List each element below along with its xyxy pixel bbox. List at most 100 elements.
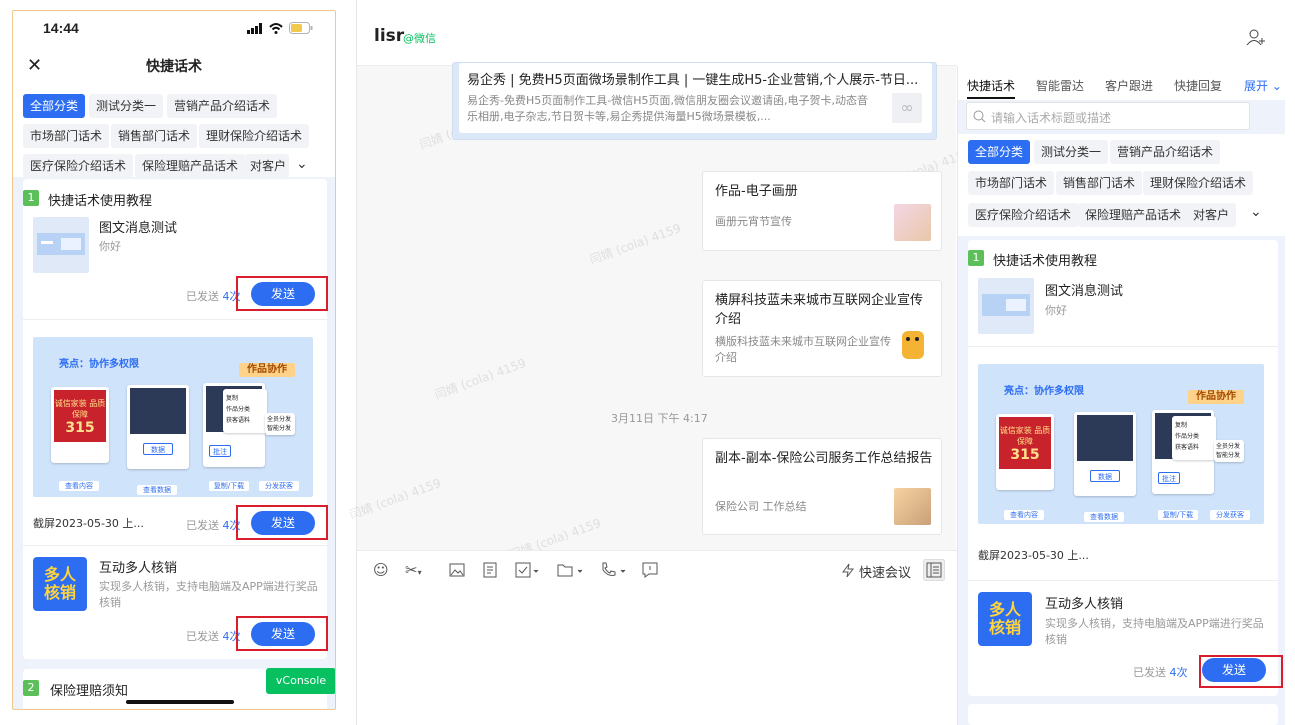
chat-window: lisr @微信 闫婧 (cola) 4159 闫婧 (cola) 4159 闫…	[348, 0, 973, 725]
sent-count: 已发送 4次	[186, 290, 241, 303]
home-indicator	[126, 700, 234, 704]
category-chip[interactable]: 销售部门话术	[1056, 171, 1143, 195]
scissors-icon[interactable]: ✂▾	[405, 561, 422, 579]
section-number: 1	[968, 250, 984, 266]
expand-button[interactable]: 展开 ⌄	[1244, 77, 1282, 94]
item-thumbnail	[33, 217, 89, 273]
item-title[interactable]: 图文消息测试	[1045, 280, 1123, 299]
section-title: 快捷话术使用教程	[993, 254, 1098, 269]
watermark: 闫婧 (cola) 4159	[347, 475, 443, 522]
category-chip[interactable]: 市场部门话术	[968, 171, 1055, 195]
image-icon[interactable]	[449, 563, 465, 577]
poster-mini-card: 数据	[127, 385, 189, 469]
message-title: 作品-电子画册	[715, 184, 798, 199]
message-desc: 易企秀-免费H5页面制作工具-微信H5页面,微信朋友圈会议邀请函,电子贺卡,动态…	[467, 94, 868, 123]
highlight-box	[236, 505, 328, 540]
script-group-card	[968, 704, 1278, 725]
watermark: 闫婧 (cola) 4159	[432, 355, 528, 402]
item-desc: 实现多人核销，支持电脑端及APP端进行奖品核销	[1045, 617, 1264, 646]
category-chip[interactable]: 营销产品介绍话术	[167, 94, 278, 118]
poster-image[interactable]: 亮点：协作多权限 作品协作 诚信家装 品质保障 315 数据 批注 复制 作品分类获…	[978, 364, 1264, 524]
message-desc: 保险公司 工作总结	[715, 500, 807, 513]
battery-icon	[289, 22, 313, 34]
wifi-icon	[269, 22, 283, 34]
h5-message[interactable]: 横屏科技蓝未来城市互联网企业宣传介绍 横版科技蓝未来城市互联网企业宣传介绍	[702, 280, 942, 377]
h5-message[interactable]: 副本-副本-保险公司服务工作总结报告 保险公司 工作总结	[702, 438, 942, 535]
poster-image[interactable]: 亮点：协作多权限 作品协作 诚信家装 品质保障 315 数据 批注 复制 作品分类获…	[33, 337, 313, 497]
message-title: 横屏科技蓝未来城市互联网企业宣传介绍	[715, 293, 924, 327]
category-chip[interactable]: 市场部门话术	[23, 124, 110, 148]
link-message[interactable]: 易企秀 | 免费H5页面微场景制作工具 | 一键生成H5-企业营销,个人展示-节…	[452, 62, 937, 140]
message-thumbnail	[894, 327, 931, 364]
message-desc: 横版科技蓝未来城市互联网企业宣传介绍	[715, 335, 891, 364]
tab-customer-followup[interactable]: 客户跟进	[1105, 77, 1153, 94]
h5-message[interactable]: 作品-电子画册 画册元宵节宣传	[702, 171, 942, 251]
folder-icon[interactable]	[557, 562, 585, 578]
phone-icon[interactable]	[600, 562, 628, 578]
lightning-icon[interactable]	[841, 563, 855, 578]
section-title: 快捷话术使用教程	[48, 194, 153, 209]
category-chip[interactable]: 对客户	[1186, 203, 1237, 227]
add-member-icon[interactable]	[1246, 28, 1266, 46]
highlight-box	[236, 616, 328, 651]
search-input[interactable]: 请输入话术标题或描述	[966, 102, 1250, 130]
item-thumbnail	[978, 278, 1034, 334]
sidebar-panel: 快捷话术 智能雷达 客户跟进 快捷回复 展开 ⌄ 请输入话术标题或描述 全部分类…	[957, 66, 1285, 725]
sent-count: 已发送 4次	[186, 519, 241, 532]
category-chip-all[interactable]: 全部分类	[968, 140, 1031, 164]
message-bubble-icon[interactable]	[642, 562, 658, 578]
tab-quick-scripts[interactable]: 快捷话术	[967, 77, 1015, 94]
chevron-down-icon[interactable]: ⌄	[296, 156, 308, 172]
link-icon: ∞	[892, 93, 922, 123]
vconsole-button[interactable]: vConsole	[266, 668, 335, 694]
item-caption: 截屏2023-05-30 上...	[978, 549, 1089, 562]
category-chip-all[interactable]: 全部分类	[23, 94, 86, 118]
poster-red-image: 诚信家装 品质保障 315	[54, 390, 106, 442]
wechat-tag: @微信	[403, 32, 436, 45]
category-chip[interactable]: 理财保险介绍话术	[199, 124, 310, 148]
search-icon	[973, 110, 986, 123]
message-thumbnail	[894, 204, 931, 241]
nav-bar: ✕ 快捷话术	[13, 47, 335, 87]
category-chip[interactable]: 销售部门话术	[111, 124, 198, 148]
tab-quick-reply[interactable]: 快捷回复	[1174, 77, 1222, 94]
document-icon[interactable]	[483, 562, 497, 578]
quick-meeting-button[interactable]: 快速会议	[859, 562, 911, 581]
sent-count: 已发送 4次	[1133, 666, 1188, 679]
category-chip[interactable]: 理财保险介绍话术	[1143, 171, 1254, 195]
highlight-box	[1199, 655, 1283, 688]
category-chip[interactable]: 测试分类一	[1034, 140, 1109, 164]
category-chip[interactable]: 对客户	[245, 154, 289, 178]
tab-smart-radar[interactable]: 智能雷达	[1036, 77, 1084, 94]
item-title[interactable]: 图文消息测试	[99, 217, 177, 236]
poster-highlight: 亮点：协作多权限	[59, 359, 139, 370]
emoji-icon[interactable]: ☺	[373, 561, 389, 579]
category-chip[interactable]: 营销产品介绍话术	[1110, 140, 1221, 164]
category-chip[interactable]: 保险理赔产品话术	[135, 154, 246, 178]
item-title[interactable]: 互动多人核销	[1045, 593, 1123, 612]
sent-count: 已发送 4次	[186, 630, 241, 643]
message-timestamp: 3月11日 下午 4:17	[611, 412, 708, 425]
poster-menu: 复制 作品分类 获客语料	[223, 389, 267, 433]
section-number: 2	[23, 680, 39, 696]
status-bar: 14:44	[13, 11, 335, 47]
script-group-card: 1 快捷话术使用教程 图文消息测试 你好 亮点：协作多权限 作品协作 诚信家装 …	[968, 240, 1278, 696]
chevron-down-icon[interactable]: ⌄	[1250, 204, 1262, 220]
category-chip[interactable]: 医疗保险介绍话术	[968, 203, 1079, 227]
status-icons	[247, 22, 313, 34]
interactive-verify-icon: 多人 核销	[978, 592, 1032, 646]
poster-submenu: 全员分发 智能分发	[265, 413, 295, 435]
section-title: 保险理赔须知	[50, 684, 129, 699]
sidebar-toggle-icon[interactable]	[923, 559, 945, 581]
item-title[interactable]: 互动多人核销	[99, 557, 177, 576]
todo-icon[interactable]	[515, 562, 539, 578]
status-time: 14:44	[43, 20, 79, 36]
category-chip[interactable]: 测试分类一	[89, 94, 164, 118]
category-chip[interactable]: 医疗保险介绍话术	[23, 154, 134, 178]
page-title: 快捷话术	[146, 59, 202, 75]
message-title: 副本-副本-保险公司服务工作总结报告	[715, 451, 933, 466]
category-filter: 全部分类 测试分类一 营销产品介绍话术 市场部门话术 销售部门话术 理财保险介绍…	[958, 134, 1285, 236]
item-caption: 截屏2023-05-30 上...	[33, 517, 144, 530]
category-chip[interactable]: 保险理赔产品话术	[1078, 203, 1189, 227]
section-number: 1	[23, 190, 39, 206]
